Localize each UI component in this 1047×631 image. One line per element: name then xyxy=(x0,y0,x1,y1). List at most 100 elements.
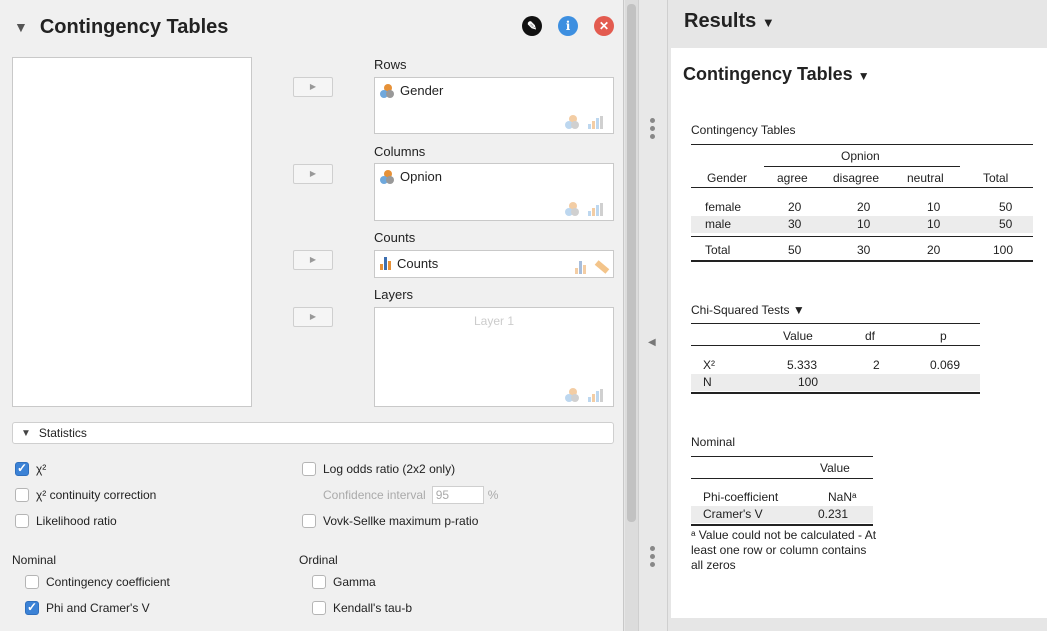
table-cell: N xyxy=(703,375,712,389)
table-cell: 50 xyxy=(999,217,1013,231)
chi2-checkbox[interactable] xyxy=(15,461,29,476)
log-odds-checkbox[interactable] xyxy=(302,462,316,476)
nominal-variable-icon xyxy=(380,169,394,184)
chi2-option[interactable]: χ² xyxy=(15,461,46,476)
phi-cramers-v-option[interactable]: Phi and Cramer's V xyxy=(25,600,150,615)
nominal-type-icon xyxy=(565,388,579,402)
ordinal-type-icon xyxy=(588,116,603,129)
gamma-option[interactable]: Gamma xyxy=(312,575,376,589)
table-cell: male xyxy=(705,217,732,231)
likelihood-ratio-option[interactable]: Likelihood ratio xyxy=(15,514,117,528)
ruler-icon xyxy=(594,260,610,274)
chi-squared-caption-text: Chi-Squared Tests xyxy=(691,303,790,317)
columns-box[interactable]: Opnion xyxy=(374,163,614,221)
column-header: disagree xyxy=(833,171,880,185)
pencil-icon[interactable]: ✎ xyxy=(522,16,542,36)
vovk-sellke-checkbox[interactable] xyxy=(302,514,316,528)
ordinal-type-icon xyxy=(588,389,603,402)
layers-box[interactable]: Layer 1 xyxy=(374,307,614,407)
statistics-section-toggle[interactable]: ▼ Statistics xyxy=(12,422,614,444)
counts-box[interactable]: Counts xyxy=(374,250,614,278)
dropdown-arrow-icon[interactable]: ▼ xyxy=(858,69,870,83)
column-header: Gender xyxy=(707,171,748,185)
close-icon[interactable]: ✕ xyxy=(594,16,614,36)
vovk-sellke-option[interactable]: Vovk-Sellke maximum p-ratio xyxy=(302,514,478,528)
contingency-coefficient-option[interactable]: Contingency coefficient xyxy=(25,575,170,589)
variable-item[interactable]: Gender xyxy=(380,83,443,98)
table-footnote: ᵃ Value could not be calculated - At lea… xyxy=(691,528,877,572)
contingency-coefficient-label: Contingency coefficient xyxy=(46,575,170,589)
move-to-counts-button[interactable]: ▶ xyxy=(293,250,333,270)
table-cell: 50 xyxy=(788,243,802,257)
column-header: neutral xyxy=(907,171,944,185)
nominal-type-icon xyxy=(565,202,579,216)
nominal-variable-icon xyxy=(380,83,394,98)
collapse-triangle-icon[interactable]: ▼ xyxy=(14,19,28,35)
variable-name: Opnion xyxy=(400,169,442,184)
likelihood-ratio-checkbox[interactable] xyxy=(15,514,29,528)
kendall-label: Kendall's tau-b xyxy=(333,601,413,615)
dropdown-arrow-icon[interactable]: ▼ xyxy=(762,15,775,30)
drag-handle-icon[interactable] xyxy=(650,118,656,142)
available-variables-list[interactable] xyxy=(12,57,252,407)
log-odds-option[interactable]: Log odds ratio (2x2 only) xyxy=(302,462,455,476)
table-cell: 20 xyxy=(927,243,941,257)
scrollbar-thumb[interactable] xyxy=(627,4,636,522)
table-cell: 20 xyxy=(857,200,871,214)
contingency-coefficient-checkbox[interactable] xyxy=(25,575,39,589)
move-to-columns-button[interactable]: ▶ xyxy=(293,164,333,184)
results-section-title[interactable]: Contingency Tables ▼ xyxy=(683,64,870,85)
options-scrollbar[interactable] xyxy=(625,0,638,631)
likelihood-ratio-label: Likelihood ratio xyxy=(36,514,117,528)
gamma-checkbox[interactable] xyxy=(312,575,326,589)
nominal-table: Value Phi-coefficient NaNᵃ Cramer's V 0.… xyxy=(691,456,873,528)
confidence-interval-option: Confidence interval 95 % xyxy=(323,486,498,504)
table-cell: NaNᵃ xyxy=(828,490,857,504)
results-section-title-text: Contingency Tables xyxy=(683,64,853,84)
panel-divider[interactable]: ◀ xyxy=(638,0,668,631)
column-header: Value xyxy=(820,461,850,475)
variable-name: Gender xyxy=(400,83,444,98)
collapse-left-icon[interactable]: ◀ xyxy=(648,337,656,348)
table-cell: 5.333 xyxy=(787,358,818,372)
layers-label: Layers xyxy=(374,287,414,302)
table-cell: Cramer's V xyxy=(703,507,763,521)
kendall-option[interactable]: Kendall's tau-b xyxy=(312,601,412,615)
ordinal-group-label: Ordinal xyxy=(299,553,338,567)
nominal-type-icon xyxy=(565,115,579,129)
dropdown-arrow-icon[interactable]: ▼ xyxy=(793,303,805,317)
results-page: Contingency Tables ▼ Contingency Tables … xyxy=(671,48,1047,618)
variable-item[interactable]: Counts xyxy=(380,256,438,271)
table-cell: 100 xyxy=(993,243,1014,257)
kendall-checkbox[interactable] xyxy=(312,601,326,615)
table-cell: 100 xyxy=(798,375,819,389)
gamma-label: Gamma xyxy=(333,575,376,589)
info-icon[interactable]: i xyxy=(558,16,578,36)
counts-label: Counts xyxy=(374,230,416,245)
chi2-continuity-checkbox[interactable] xyxy=(15,488,29,502)
table-cell: 10 xyxy=(927,217,941,231)
table-cell: 20 xyxy=(788,200,802,214)
table-cell: 2 xyxy=(873,358,880,372)
move-to-layers-button[interactable]: ▶ xyxy=(293,307,333,327)
rows-box[interactable]: Gender xyxy=(374,77,614,134)
results-title-text: Results xyxy=(684,10,757,32)
phi-cramers-v-checkbox[interactable] xyxy=(25,600,39,615)
table-cell: 30 xyxy=(857,243,871,257)
table-cell: 10 xyxy=(857,217,871,231)
confidence-interval-input[interactable]: 95 xyxy=(431,486,484,504)
contingency-table: Opnion Gender agree disagree neutral Tot… xyxy=(691,144,1033,264)
chi-squared-caption[interactable]: Chi-Squared Tests ▼ xyxy=(691,303,805,317)
chi2-continuity-option[interactable]: χ² continuity correction xyxy=(15,488,156,502)
results-title[interactable]: Results ▼ xyxy=(684,10,775,33)
chi-squared-table: Value df p Χ² 5.333 2 0.069 N 100 xyxy=(691,323,980,395)
variable-item[interactable]: Opnion xyxy=(380,169,442,184)
drag-handle-icon[interactable] xyxy=(650,546,656,570)
contingency-table-caption: Contingency Tables xyxy=(691,123,796,137)
spanner-header: Opnion xyxy=(841,149,880,163)
column-header: Total xyxy=(983,171,1009,185)
ordinal-type-icon xyxy=(588,203,603,216)
analysis-header[interactable]: ▼ Contingency Tables xyxy=(14,14,228,40)
percent-unit: % xyxy=(487,488,499,502)
move-to-rows-button[interactable]: ▶ xyxy=(293,77,333,97)
